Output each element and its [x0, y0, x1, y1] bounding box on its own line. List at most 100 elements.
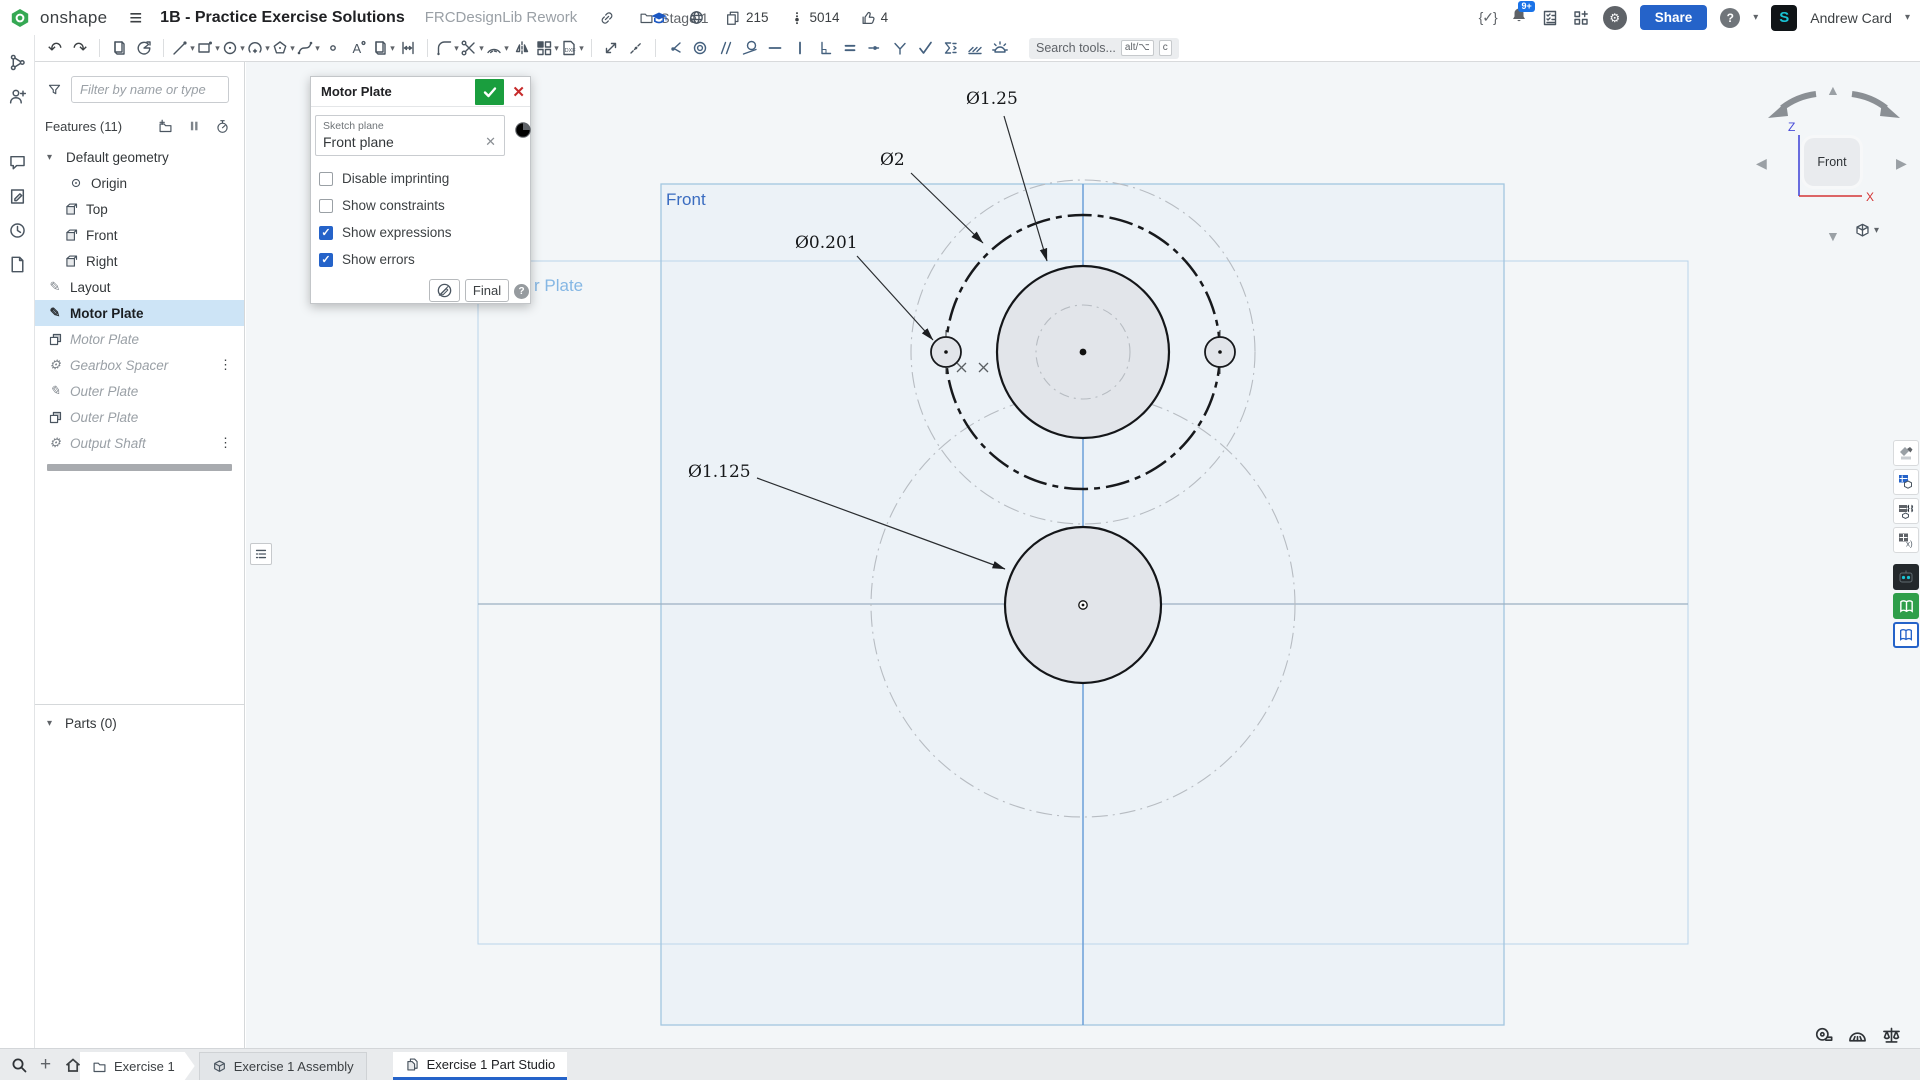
- document-title[interactable]: 1B - Practice Exercise Solutions: [160, 9, 405, 27]
- undo-button[interactable]: ↶: [43, 36, 67, 60]
- tree-item-motor-plate-extrude[interactable]: Motor Plate: [35, 326, 244, 352]
- dialog-header[interactable]: Motor Plate ✕: [311, 77, 530, 107]
- chevron-down-icon[interactable]: ▾: [47, 718, 59, 729]
- checkbox[interactable]: [319, 226, 333, 240]
- chevron-down-icon[interactable]: ▾: [47, 152, 59, 163]
- construction-button[interactable]: [624, 36, 648, 60]
- concentric-constraint-button[interactable]: [688, 36, 712, 60]
- rollback-bar[interactable]: [47, 464, 232, 471]
- tree-item-layout-sketch[interactable]: ✎Layout: [35, 274, 244, 300]
- app-robot-button[interactable]: [1893, 564, 1919, 590]
- notifications-bell[interactable]: 9+: [1510, 6, 1528, 29]
- tree-item-front-plane[interactable]: Front: [35, 222, 244, 248]
- show-constraints-row[interactable]: Show constraints: [319, 198, 445, 213]
- tab-exercise-1-assembly[interactable]: Exercise 1 Assembly: [199, 1052, 367, 1080]
- sketch-plane-field[interactable]: Sketch plane Front plane ✕: [315, 115, 505, 156]
- link-icon[interactable]: [599, 10, 615, 26]
- onshape-logo-icon[interactable]: [10, 8, 30, 28]
- circle-tool-button[interactable]: ▾: [221, 36, 245, 60]
- share-button[interactable]: Share: [1640, 5, 1708, 30]
- tab-exercise-1-part-studio[interactable]: Exercise 1 Part Studio: [393, 1052, 568, 1080]
- item-menu-icon[interactable]: ⋮: [219, 435, 232, 451]
- vertical-constraint-button[interactable]: [788, 36, 812, 60]
- text-tool-button[interactable]: [346, 36, 370, 60]
- checkbox[interactable]: [319, 199, 333, 213]
- appearance-panel-button[interactable]: [1893, 440, 1919, 466]
- insert-image-button[interactable]: ▾: [371, 36, 395, 60]
- avatar[interactable]: S: [1771, 5, 1797, 31]
- fit-spline-button[interactable]: [599, 36, 623, 60]
- sketch-state-button[interactable]: [429, 279, 460, 302]
- hatch-button[interactable]: [963, 36, 987, 60]
- pattern-sync-button[interactable]: [938, 36, 962, 60]
- pierce-constraint-button[interactable]: [888, 36, 912, 60]
- featurescript-icon[interactable]: {✓}: [1479, 9, 1497, 26]
- app-library-green-button[interactable]: [1893, 593, 1919, 619]
- normal-constraint-button[interactable]: [913, 36, 937, 60]
- import-dxf-button[interactable]: ▾: [560, 36, 584, 60]
- cancel-button[interactable]: ✕: [512, 83, 525, 101]
- tree-item-top-plane[interactable]: Top: [35, 196, 244, 222]
- polygon-tool-button[interactable]: ▾: [271, 36, 295, 60]
- perpendicular-constraint-button[interactable]: [813, 36, 837, 60]
- parallel-constraint-button[interactable]: [713, 36, 737, 60]
- protractor-icon[interactable]: [1847, 1025, 1868, 1046]
- filter-input[interactable]: [71, 76, 229, 103]
- tree-item-origin[interactable]: Origin: [35, 170, 244, 196]
- offset-tool-button[interactable]: ▾: [485, 36, 509, 60]
- learning-center-icon[interactable]: ⚙: [1603, 6, 1627, 30]
- mass-properties-icon[interactable]: [1881, 1025, 1902, 1046]
- dialog-help-icon[interactable]: ?: [514, 284, 529, 299]
- checkbox[interactable]: [319, 253, 333, 267]
- dimension-tool-button[interactable]: [396, 36, 420, 60]
- coincident-constraint-button[interactable]: [663, 36, 687, 60]
- use-project-button[interactable]: [132, 36, 156, 60]
- confirm-button[interactable]: [475, 79, 504, 105]
- tree-item-outer-plate-sketch[interactable]: ✎Outer Plate: [35, 378, 244, 404]
- search-tools-box[interactable]: Search tools... alt/⌥ c: [1029, 38, 1179, 59]
- tree-item-right-plane[interactable]: Right: [35, 248, 244, 274]
- equal-constraint-button[interactable]: [838, 36, 862, 60]
- clear-selection-icon[interactable]: ✕: [485, 134, 496, 150]
- fillet-tool-button[interactable]: ▾: [435, 36, 459, 60]
- horizontal-constraint-button[interactable]: [763, 36, 787, 60]
- tab-exercise-1-folder[interactable]: Exercise 1: [80, 1052, 195, 1080]
- parts-section-header[interactable]: ▾ Parts (0): [35, 710, 244, 736]
- help-button[interactable]: ?: [1720, 8, 1740, 28]
- configured-features-button[interactable]: [1893, 498, 1919, 524]
- onshape-logo-text[interactable]: onshape: [40, 8, 107, 28]
- search-tabs-button[interactable]: [10, 1056, 28, 1074]
- feature-panel-toggle-button[interactable]: [250, 543, 272, 565]
- configuration-table-button[interactable]: [1893, 469, 1919, 495]
- dimension-d2[interactable]: Ø2: [880, 150, 905, 170]
- configuration-variables-button[interactable]: [1893, 527, 1919, 553]
- mirror-tool-button[interactable]: [510, 36, 534, 60]
- edit-document-icon[interactable]: [8, 187, 27, 206]
- redo-button[interactable]: ↷: [68, 36, 92, 60]
- user-caret-icon[interactable]: ▾: [1905, 12, 1910, 23]
- tree-item-default-geometry[interactable]: ▾Default geometry: [35, 144, 244, 170]
- top-center-dot[interactable]: [1080, 349, 1087, 356]
- dimension-d1-25[interactable]: Ø1.25: [966, 89, 1018, 109]
- tree-item-gearbox-spacer[interactable]: ⚙Gearbox Spacer⋮: [35, 352, 244, 378]
- item-menu-icon[interactable]: ⋮: [219, 357, 232, 373]
- rectangle-tool-button[interactable]: ▾: [196, 36, 220, 60]
- mate-connector-toggle[interactable]: [512, 119, 534, 141]
- midpoint-constraint-button[interactable]: [863, 36, 887, 60]
- history-icon[interactable]: [8, 221, 27, 240]
- point-tool-button[interactable]: [321, 36, 345, 60]
- help-caret-icon[interactable]: ▾: [1753, 12, 1758, 23]
- regeneration-time-icon[interactable]: [215, 119, 230, 134]
- dimension-d0-201[interactable]: Ø0.201: [795, 233, 858, 253]
- tangent-constraint-button[interactable]: [738, 36, 762, 60]
- pattern-tool-button[interactable]: ▾: [535, 36, 559, 60]
- tree-item-output-shaft[interactable]: ⚙Output Shaft⋮: [35, 430, 244, 456]
- comments-icon[interactable]: [8, 153, 27, 172]
- disable-imprinting-row[interactable]: Disable imprinting: [319, 171, 449, 186]
- add-tab-button[interactable]: +: [40, 1054, 51, 1076]
- user-name[interactable]: Andrew Card: [1810, 10, 1892, 26]
- paste-sketch-button[interactable]: [107, 36, 131, 60]
- app-library-blue-button[interactable]: [1893, 622, 1919, 648]
- line-tool-button[interactable]: ▾: [171, 36, 195, 60]
- arc-tool-button[interactable]: ▾: [246, 36, 270, 60]
